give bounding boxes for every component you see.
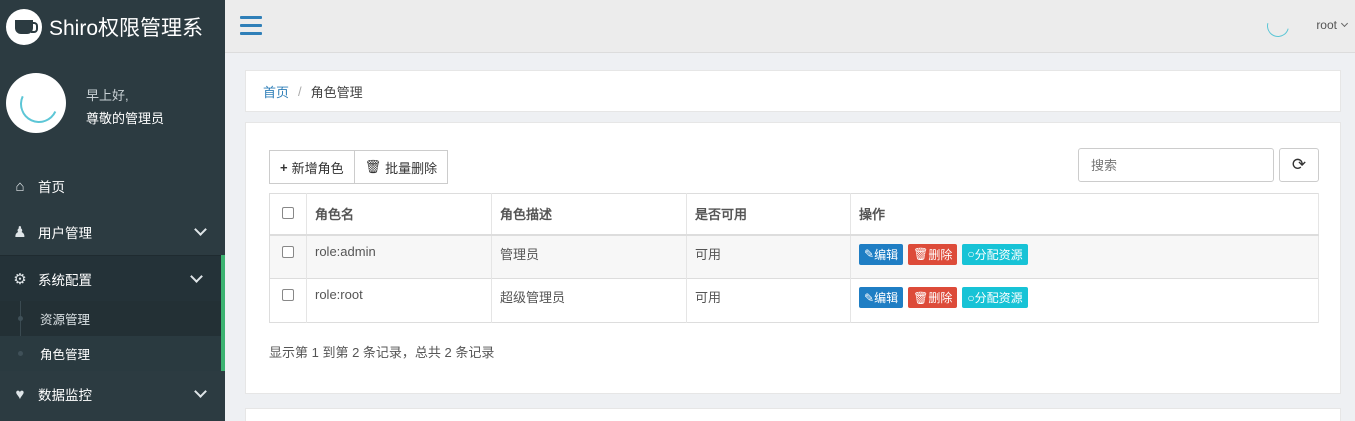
- edit-icon: ✎: [864, 290, 875, 305]
- delete-label: 删除: [928, 291, 953, 305]
- add-role-button[interactable]: + 新增角色: [269, 150, 355, 184]
- roles-table: 角色名 角色描述 是否可用 操作 role:admin 管理员 可用 ✎ 编辑 🗑…: [269, 193, 1319, 323]
- sidebar-item-user-management[interactable]: ♟ 用户管理: [0, 209, 225, 255]
- batch-delete-button[interactable]: 🗑 批量删除: [354, 150, 449, 184]
- submenu: 资源管理 角色管理: [0, 301, 221, 371]
- column-header-actions: 操作: [850, 193, 1319, 236]
- top-navbar: root: [225, 0, 1355, 53]
- main-panel: + 新增角色 🗑 批量删除 ⟳ 角色名 角色描述 是否可用 操作 role:ad…: [245, 122, 1341, 394]
- actions-cell: ✎ 编辑 🗑 删除 ○ 分配资源: [850, 234, 1319, 279]
- user-panel: 早上好, 尊敬的管理员: [0, 53, 225, 143]
- row-select-cell: [269, 234, 307, 279]
- select-all-cell: [269, 193, 307, 236]
- sidebar-item-role-management[interactable]: 角色管理: [0, 336, 221, 371]
- edit-button[interactable]: ✎ 编辑: [859, 287, 904, 308]
- breadcrumb: 首页 / 角色管理: [245, 70, 1341, 112]
- assign-label: 分配资源: [974, 291, 1023, 305]
- row-actions: ✎ 编辑 🗑 删除 ○ 分配资源: [859, 243, 1318, 265]
- trash-icon: 🗑: [913, 290, 929, 305]
- breadcrumb-current: 角色管理: [310, 84, 363, 100]
- column-header-role-desc[interactable]: 角色描述: [491, 193, 687, 236]
- sidebar-item-label: 资源管理: [40, 313, 91, 327]
- actions-cell: ✎ 编辑 🗑 删除 ○ 分配资源: [850, 278, 1319, 323]
- users-icon: ♟: [13, 224, 27, 241]
- role-desc-cell: 超级管理员: [491, 278, 687, 323]
- role-enabled-cell: 可用: [686, 234, 851, 279]
- row-checkbox[interactable]: [282, 289, 294, 301]
- row-checkbox[interactable]: [282, 245, 294, 258]
- avatar: [6, 73, 66, 133]
- edit-button[interactable]: ✎ 编辑: [859, 243, 904, 265]
- breadcrumb-home-link[interactable]: 首页: [263, 82, 289, 101]
- delete-label: 删除: [928, 247, 953, 262]
- bullet-icon: [18, 351, 23, 356]
- select-all-checkbox[interactable]: [282, 207, 294, 220]
- refresh-button[interactable]: ⟳: [1279, 148, 1319, 182]
- table-header-row: 角色名 角色描述 是否可用 操作: [269, 193, 1319, 236]
- pagination-summary: 显示第 1 到第 2 条记录，总共 2 条记录: [269, 345, 495, 360]
- batch-delete-label: 批量删除: [385, 160, 438, 176]
- sidebar: Shiro权限管理系 早上好, 尊敬的管理员 ⌂ 首页 ♟ 用户管理 ⚙ 系统配…: [0, 0, 225, 421]
- edit-label: 编辑: [874, 291, 899, 305]
- sidebar-item-data-monitor[interactable]: ♥ 数据监控: [0, 371, 225, 417]
- assign-resource-button[interactable]: ○ 分配资源: [962, 287, 1028, 308]
- role-name-cell: role:admin: [306, 234, 492, 279]
- circle-icon: ○: [967, 290, 975, 305]
- delete-button[interactable]: 🗑 删除: [908, 243, 958, 265]
- delete-button[interactable]: 🗑 删除: [908, 287, 958, 308]
- sidebar-item-label: 系统配置: [38, 272, 92, 288]
- trash-icon: 🗑: [913, 247, 929, 261]
- avatar[interactable]: [1263, 12, 1293, 42]
- sidebar-item-home[interactable]: ⌂ 首页: [0, 163, 225, 209]
- refresh-icon: ⟳: [1291, 155, 1307, 174]
- role-desc-cell: 管理员: [491, 234, 687, 279]
- row-select-cell: [269, 278, 307, 323]
- brand-title: Shiro权限管理系: [49, 16, 204, 40]
- breadcrumb-separator: /: [298, 83, 302, 99]
- table-row: role:root 超级管理员 可用 ✎ 编辑 🗑 删除 ○ 分配资源: [269, 278, 1319, 323]
- chevron-down-icon: [194, 223, 207, 236]
- user-menu[interactable]: root: [1316, 18, 1349, 32]
- sidebar-item-label: 数据监控: [38, 388, 92, 403]
- trash-icon: 🗑: [364, 159, 382, 174]
- role-name-cell: role:root: [306, 278, 492, 323]
- username: root: [1316, 18, 1337, 32]
- sidebar-item-label: 角色管理: [40, 348, 91, 362]
- plus-icon: +: [280, 159, 288, 175]
- edit-label: 编辑: [874, 247, 899, 262]
- sidebar-item-resource-management[interactable]: 资源管理: [0, 301, 221, 336]
- brand[interactable]: Shiro权限管理系: [0, 0, 225, 53]
- coffee-cup-icon: [6, 8, 42, 45]
- sidebar-group-system-config: ⚙ 系统配置 资源管理 角色管理: [0, 255, 225, 371]
- sidebar-item-system-config[interactable]: ⚙ 系统配置: [0, 255, 221, 301]
- search-input[interactable]: [1078, 148, 1274, 182]
- sidebar-menu: ⌂ 首页 ♟ 用户管理 ⚙ 系统配置 资源管理 角色管理 ♥ 数据监控: [0, 163, 225, 417]
- circle-icon: ○: [967, 247, 975, 261]
- menu-toggle-icon[interactable]: [240, 16, 262, 35]
- home-icon: ⌂: [15, 177, 25, 195]
- edit-icon: ✎: [864, 247, 875, 261]
- secondary-panel: [245, 408, 1341, 421]
- greeting-text: 早上好,: [86, 88, 129, 103]
- row-actions: ✎ 编辑 🗑 删除 ○ 分配资源: [859, 287, 1318, 308]
- sidebar-item-label: 用户管理: [38, 226, 92, 241]
- column-header-role-name[interactable]: 角色名: [306, 193, 492, 236]
- toolbar: + 新增角色 🗑 批量删除: [269, 150, 449, 184]
- bullet-icon: [18, 316, 23, 321]
- user-role-text: 尊敬的管理员: [86, 111, 165, 126]
- role-enabled-cell: 可用: [686, 278, 851, 323]
- cogs-icon: ⚙: [13, 270, 27, 288]
- sidebar-item-label: 首页: [38, 180, 65, 195]
- assign-label: 分配资源: [974, 247, 1023, 262]
- chevron-down-icon: [1340, 19, 1349, 28]
- heartbeat-icon: ♥: [15, 385, 25, 403]
- chevron-down-icon: [190, 270, 203, 283]
- chevron-down-icon: [194, 385, 207, 398]
- assign-resource-button[interactable]: ○ 分配资源: [962, 243, 1028, 265]
- column-header-enabled[interactable]: 是否可用: [686, 193, 851, 236]
- add-role-label: 新增角色: [291, 160, 344, 176]
- table-row: role:admin 管理员 可用 ✎ 编辑 🗑 删除 ○ 分配资源: [269, 234, 1319, 279]
